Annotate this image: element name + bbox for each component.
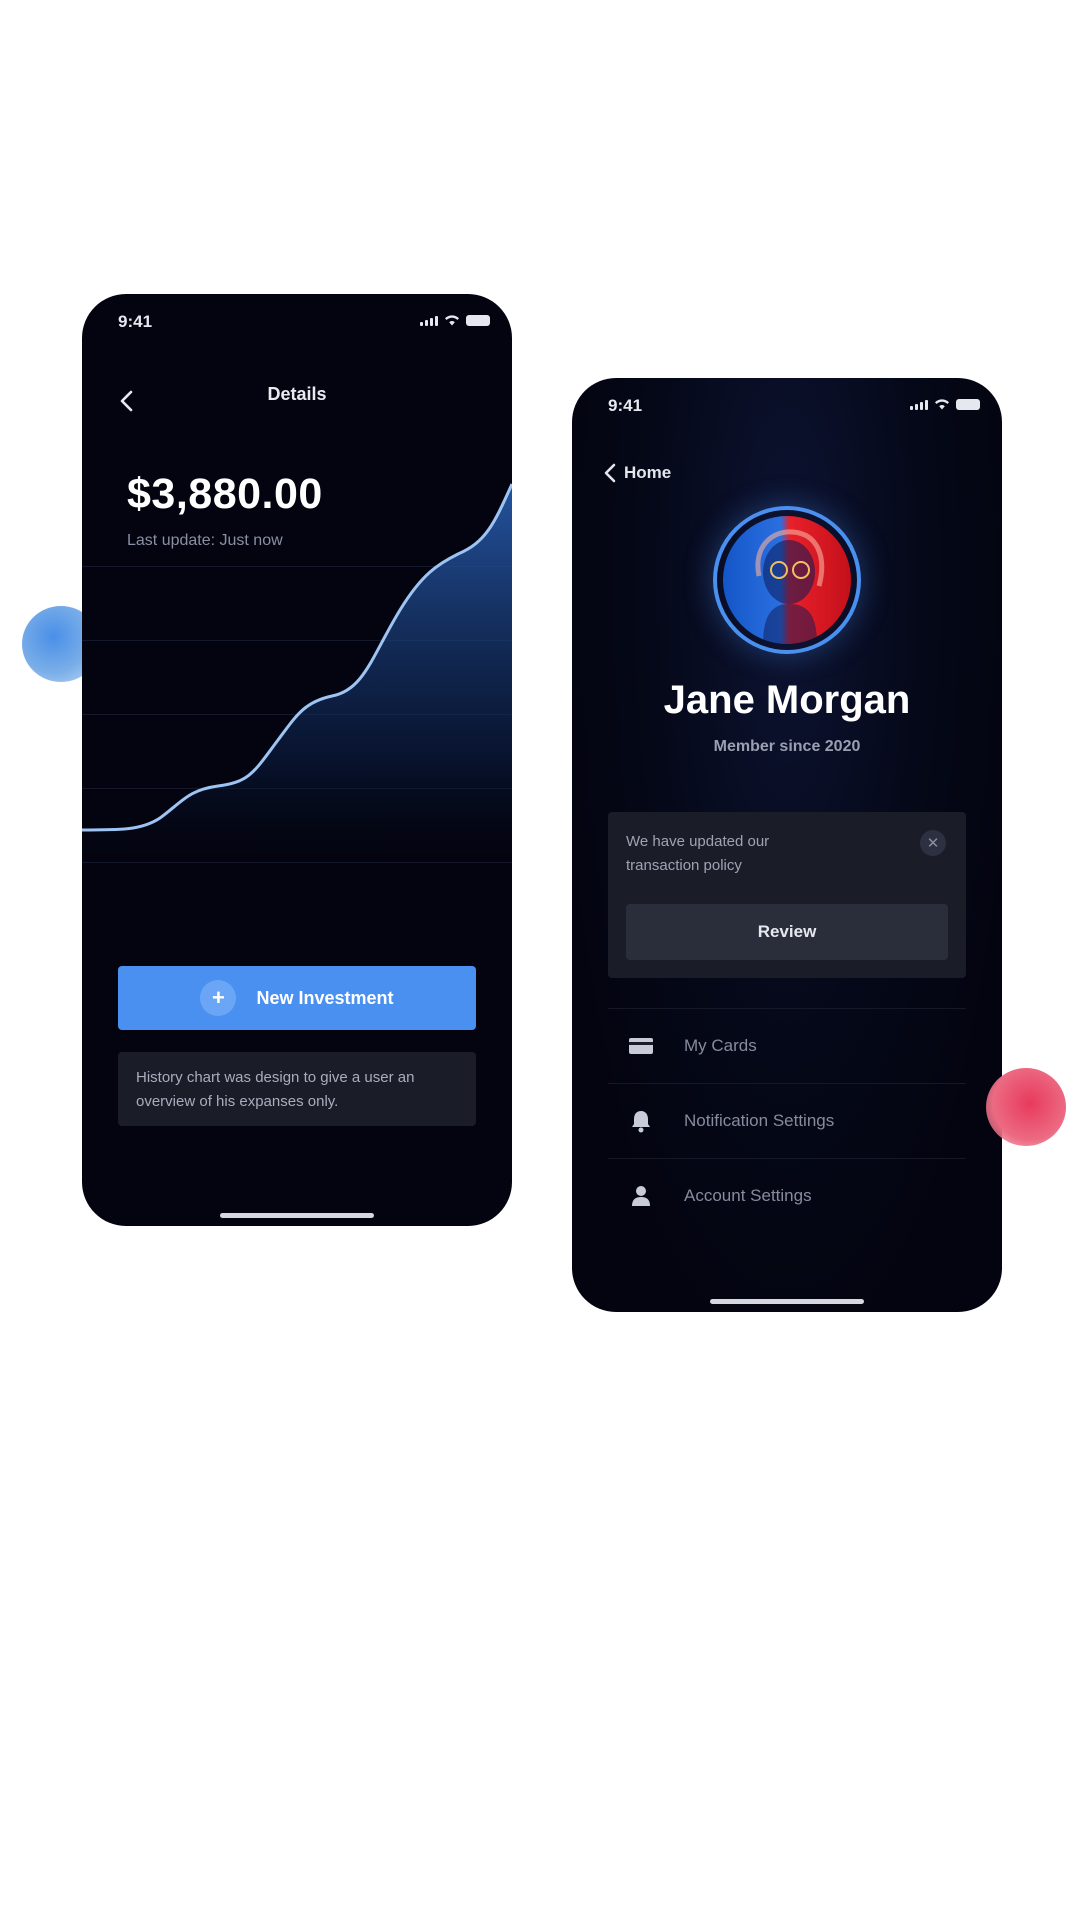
menu-label: Account Settings <box>684 1186 812 1205</box>
decorative-red-circle <box>986 1068 1066 1146</box>
menu-item-account-settings[interactable]: Account Settings <box>608 1158 966 1233</box>
details-screen: 9:41 Details $3,880.00 Last update: Just… <box>82 294 512 1226</box>
back-chevron-icon <box>604 463 616 483</box>
notice-text: We have updated our transaction policy <box>626 833 770 874</box>
card-icon <box>628 1033 654 1059</box>
wifi-icon <box>445 315 459 326</box>
status-icons <box>910 398 980 410</box>
settings-menu: My Cards Notification Settings Account S… <box>608 1008 966 1233</box>
close-icon[interactable]: ✕ <box>920 830 946 856</box>
battery-icon <box>956 399 980 410</box>
battery-icon <box>466 315 490 326</box>
last-update-text: Last update: Just now <box>127 532 283 549</box>
user-icon <box>628 1183 654 1209</box>
status-time: 9:41 <box>118 312 153 331</box>
menu-label: My Cards <box>684 1036 757 1055</box>
plus-icon: + <box>200 980 237 1016</box>
back-home-button[interactable]: Home <box>602 462 671 484</box>
avatar-portrait-icon <box>755 529 825 644</box>
balance-amount: $3,880.00 <box>127 470 323 518</box>
home-indicator[interactable] <box>220 1213 374 1218</box>
member-since: Member since 2020 <box>713 738 861 755</box>
user-name: Jane Morgan <box>663 678 911 722</box>
avatar[interactable] <box>723 516 851 644</box>
signal-icon <box>910 400 928 410</box>
bell-icon <box>628 1108 654 1134</box>
chart-info-box: History chart was design to give a user … <box>118 1052 476 1126</box>
home-indicator[interactable] <box>710 1299 864 1304</box>
signal-icon <box>420 316 438 326</box>
back-home-label: Home <box>624 463 672 482</box>
wifi-icon <box>935 399 949 410</box>
menu-label: Notification Settings <box>684 1111 835 1130</box>
status-time: 9:41 <box>608 396 643 415</box>
page-title: Details <box>267 384 327 404</box>
new-investment-label: New Investment <box>256 987 394 1008</box>
menu-item-notification-settings[interactable]: Notification Settings <box>608 1083 966 1158</box>
new-investment-button[interactable]: + New Investment <box>118 966 476 1030</box>
profile-screen: 9:41 Home Jane Morgan Member since 2020 … <box>572 378 1002 1312</box>
menu-item-my-cards[interactable]: My Cards <box>608 1008 966 1083</box>
status-icons <box>420 314 490 326</box>
review-button[interactable]: Review <box>626 904 948 960</box>
policy-notice-card: We have updated our transaction policy ✕… <box>608 812 966 978</box>
